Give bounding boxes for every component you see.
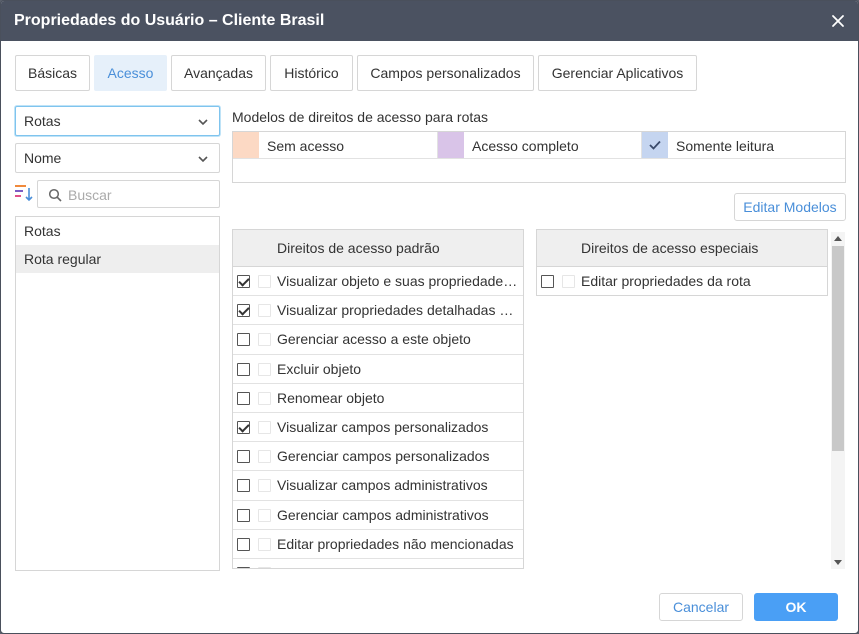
inherited-checkbox	[258, 479, 271, 493]
right-label: Gerenciar acesso a este objeto	[277, 331, 471, 348]
standard-rights-rows: Visualizar objeto e suas propriedades bá…	[233, 267, 523, 568]
table-row[interactable]: Visualizar propriedades detalhadas do ob…	[233, 296, 523, 326]
tab-historico[interactable]: Histórico	[270, 55, 353, 91]
model-label: Acesso completo	[472, 138, 579, 154]
model-label: Somente leitura	[676, 138, 775, 154]
scrollbar-thumb[interactable]	[832, 246, 844, 451]
table-row[interactable]: Editar propriedades não mencionadas	[233, 530, 523, 559]
tab-basicas[interactable]: Básicas	[15, 55, 90, 91]
table-row[interactable]: Gerenciar acesso a este objeto	[233, 325, 523, 355]
tab-acesso[interactable]: Acesso	[94, 55, 167, 91]
cancel-button[interactable]: Cancelar	[659, 593, 743, 621]
sort-order-icon[interactable]	[15, 184, 33, 202]
inherited-checkbox	[258, 450, 271, 464]
right-label: Visualizar campos personalizados	[277, 418, 489, 435]
model-color-swatch	[233, 132, 259, 158]
right-checkbox[interactable]	[237, 304, 250, 318]
standard-rights-table: Direitos de acesso padrão Visualizar obj…	[232, 229, 524, 569]
tab-gerenciar-aplicativos[interactable]: Gerenciar Aplicativos	[538, 55, 697, 91]
right-checkbox[interactable]	[237, 479, 250, 493]
table-row[interactable]: Excluir objeto	[233, 355, 523, 384]
right-label: Renomear objeto	[277, 389, 385, 406]
model-acesso-completo[interactable]: Acesso completo	[437, 132, 641, 159]
search-icon	[48, 188, 62, 202]
right-checkbox[interactable]	[237, 391, 250, 405]
right-label: Editar propriedades da rota	[581, 273, 751, 289]
list-group-header: Rotas	[24, 223, 61, 239]
right-checkbox[interactable]	[237, 333, 250, 347]
right-label: Gerenciar campos administrativos	[277, 506, 489, 523]
inherited-checkbox	[562, 275, 575, 288]
object-list: Rotas Rota regular	[15, 216, 220, 571]
right-checkbox[interactable]	[237, 275, 250, 288]
dialog-title: Propriedades do Usuário – Cliente Brasil	[14, 12, 325, 29]
inherited-checkbox	[258, 420, 271, 434]
special-rights-table: Direitos de acesso especiais Editar prop…	[536, 229, 828, 296]
search-box	[37, 180, 220, 208]
object-type-value: Rotas	[24, 113, 61, 129]
table-row[interactable]: Visualizar campos administrativos	[233, 471, 523, 501]
close-icon[interactable]	[830, 13, 846, 29]
table-row[interactable]: Editar propriedades da rota	[537, 267, 827, 295]
object-type-select[interactable]: Rotas	[15, 106, 220, 136]
right-checkbox[interactable]	[237, 537, 250, 551]
table-row[interactable]: Alterar ícone	[233, 559, 523, 568]
inherited-checkbox	[258, 304, 271, 318]
model-somente-leitura[interactable]: Somente leitura	[641, 132, 845, 159]
special-rights-header: Direitos de acesso especiais	[537, 230, 827, 267]
table-row[interactable]: Gerenciar campos personalizados	[233, 442, 523, 472]
right-label: Visualizar objeto e suas propriedades bá…	[277, 273, 519, 289]
rights-scrollbar[interactable]	[831, 232, 845, 569]
right-label: Editar propriedades não mencionadas	[277, 535, 514, 552]
table-row[interactable]: Visualizar campos personalizados	[233, 413, 523, 443]
chevron-down-icon	[198, 119, 208, 126]
inherited-checkbox	[258, 566, 271, 568]
model-color-swatch	[642, 132, 668, 158]
right-checkbox[interactable]	[237, 508, 250, 522]
dialog-titlebar: Propriedades do Usuário – Cliente Brasil	[1, 1, 858, 41]
right-checkbox[interactable]	[237, 566, 250, 568]
right-checkbox[interactable]	[237, 450, 250, 464]
table-row[interactable]: Renomear objeto	[233, 384, 523, 413]
right-label: Alterar ícone	[277, 565, 519, 568]
right-checkbox[interactable]	[541, 275, 554, 288]
inherited-checkbox	[258, 537, 271, 551]
inherited-checkbox	[258, 333, 271, 347]
sort-field-value: Nome	[24, 150, 62, 166]
tab-campos-personalizados[interactable]: Campos personalizados	[357, 55, 534, 91]
ok-button[interactable]: OK	[754, 593, 838, 621]
inherited-checkbox	[258, 275, 271, 288]
list-item[interactable]: Rota regular	[16, 245, 219, 273]
edit-models-button[interactable]: Editar Modelos	[734, 193, 846, 221]
right-checkbox[interactable]	[237, 420, 250, 434]
chevron-down-icon	[198, 156, 208, 163]
user-properties-dialog: Propriedades do Usuário – Cliente Brasil…	[0, 0, 859, 634]
tab-avancadas[interactable]: Avançadas	[171, 55, 266, 91]
scroll-down-icon[interactable]	[834, 560, 842, 565]
right-checkbox[interactable]	[237, 362, 250, 376]
standard-rights-header: Direitos de acesso padrão	[233, 230, 523, 267]
models-label: Modelos de direitos de acesso para rotas	[232, 109, 489, 125]
table-row[interactable]: Gerenciar campos administrativos	[233, 501, 523, 530]
model-label: Sem acesso	[267, 138, 345, 154]
model-sem-acesso[interactable]: Sem acesso	[233, 132, 437, 159]
right-label: Visualizar propriedades detalhadas do ob…	[277, 302, 519, 319]
special-rights-rows: Editar propriedades da rota	[537, 267, 827, 295]
right-label: Visualizar campos administrativos	[277, 477, 488, 494]
inherited-checkbox	[258, 391, 271, 405]
sort-field-select[interactable]: Nome	[15, 143, 220, 173]
model-color-swatch	[438, 132, 464, 158]
scroll-up-icon[interactable]	[834, 236, 842, 241]
search-input[interactable]	[68, 185, 213, 204]
inherited-checkbox	[258, 508, 271, 522]
table-row[interactable]: Visualizar objeto e suas propriedades bá…	[233, 267, 523, 297]
right-label: Gerenciar campos personalizados	[277, 448, 490, 465]
right-label: Excluir objeto	[277, 360, 362, 377]
check-icon	[649, 140, 661, 150]
inherited-checkbox	[258, 362, 271, 376]
access-models-panel: Sem acesso Acesso completo Somente leitu…	[232, 131, 846, 183]
